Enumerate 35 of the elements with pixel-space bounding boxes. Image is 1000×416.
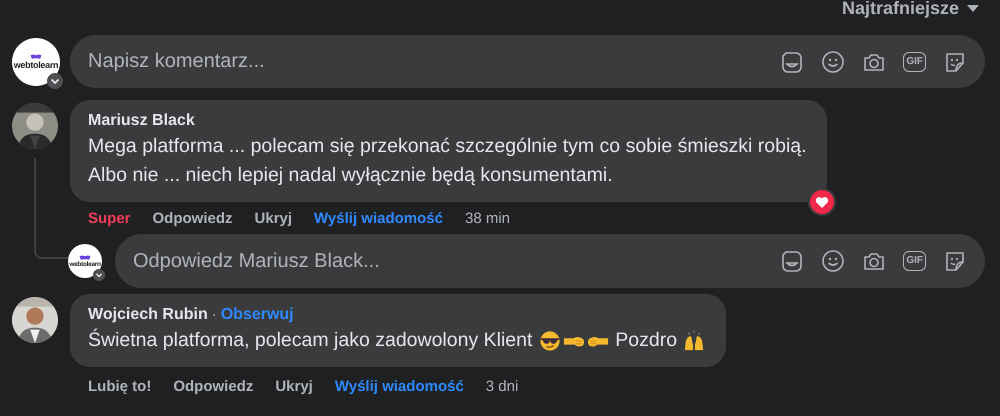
message-link[interactable]: Wyślij wiadomość — [334, 378, 464, 394]
reaction-button[interactable]: Lubię to! — [88, 378, 152, 394]
reaction-button[interactable]: Super — [88, 210, 131, 226]
smiley-icon[interactable] — [821, 50, 846, 74]
sticker-icon[interactable] — [943, 249, 967, 273]
chevron-down-icon[interactable] — [47, 72, 63, 88]
logo-icon — [30, 54, 42, 60]
logo-text: webtolearn — [14, 60, 58, 70]
separator-dot: · — [212, 306, 217, 323]
heart-reaction-icon[interactable] — [808, 188, 836, 216]
logo-icon — [79, 254, 91, 260]
author-name[interactable]: Wojciech Rubin — [88, 306, 208, 324]
gif-button[interactable]: GIF — [903, 251, 926, 271]
reply-button[interactable]: Odpowiedz — [173, 378, 254, 394]
raised-hands-icon — [683, 330, 706, 352]
smiley-icon[interactable] — [821, 249, 846, 273]
comment-field[interactable]: Napisz komentarz... GIF — [70, 35, 985, 88]
reply-button[interactable]: Odpowiedz — [152, 210, 233, 226]
comment-text: Świetna platforma, polecam jako zadowolony Klient — [88, 328, 534, 353]
gif-button[interactable]: GIF — [903, 52, 926, 72]
caret-icon — [967, 4, 979, 12]
author-name[interactable]: Mariusz Black — [88, 112, 195, 130]
message-link[interactable]: Wyślij wiadomość — [314, 210, 443, 226]
timestamp[interactable]: 38 min — [464, 210, 510, 226]
sunglasses-face-icon — [538, 330, 561, 352]
sort-dropdown[interactable]: Najtrafniejsze — [842, 0, 979, 19]
chevron-down-icon[interactable] — [93, 269, 105, 281]
comment-field[interactable]: Odpowiedz Mariusz Black... GIF — [115, 234, 985, 288]
timestamp[interactable]: 3 dni — [486, 378, 518, 394]
hide-button[interactable]: Ukryj — [254, 210, 292, 226]
comment-text: Pozdro — [614, 328, 678, 353]
hide-button[interactable]: Ukryj — [275, 378, 313, 394]
comment-text: Mega platforma ... polecam się przekonać szczególnie tym co sobie śmieszki robią. Albo nie ... niech lepiej nadal wyłącznie będą konsumentami. — [88, 134, 807, 188]
avatar-sticker-icon[interactable] — [780, 249, 804, 273]
avatar-sticker-icon[interactable] — [780, 50, 804, 74]
